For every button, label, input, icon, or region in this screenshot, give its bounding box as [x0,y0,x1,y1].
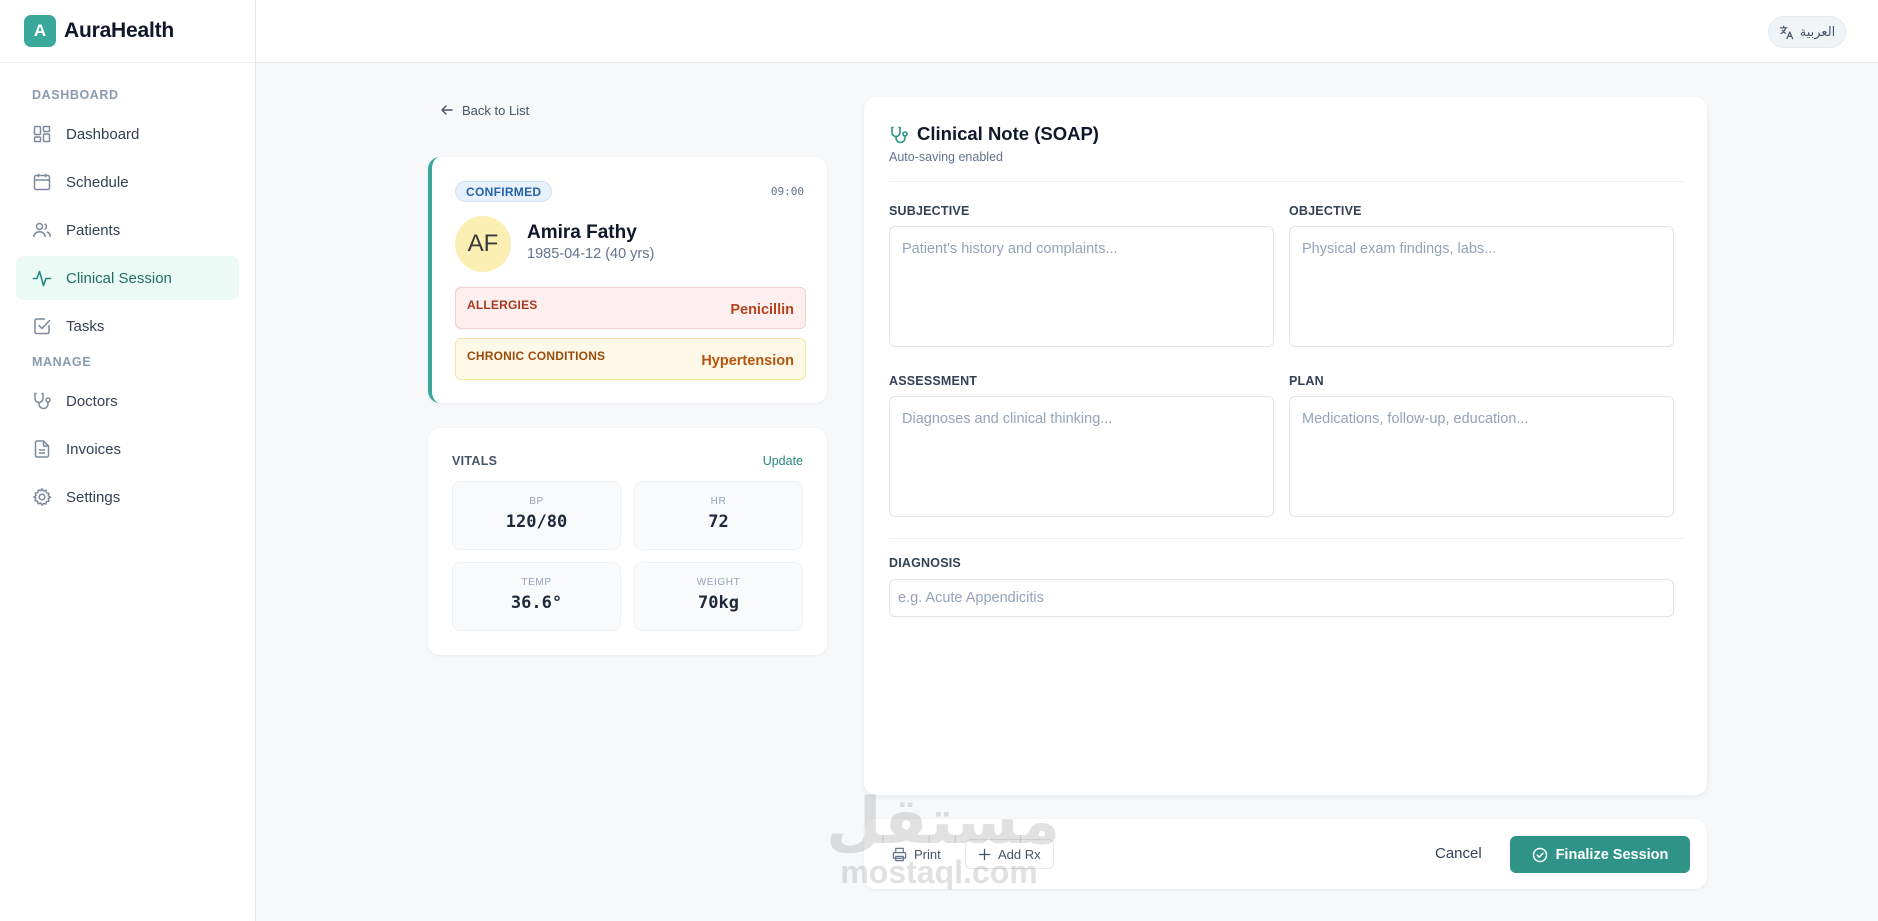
brand[interactable]: A AuraHealth [0,0,255,63]
vital-value: 72 [708,512,729,532]
checkbox-icon [32,316,52,336]
chronic-conditions-value: Hypertension [701,353,794,369]
vital-label: HR [710,496,727,507]
objective-field[interactable]: Physical exam findings, labs... [1289,226,1674,347]
patient-dob: 1985-04-12 (40 yrs) [527,246,655,262]
vital-label: TEMP [521,577,552,588]
assessment-label: ASSESSMENT [889,374,978,388]
finalize-label: Finalize Session [1555,846,1669,863]
vitals-card: VITALS Update BP 120/80 HR 72 TEMP 36.6°… [428,428,827,655]
sidebar-item-label: Settings [66,488,121,506]
sidebar-item-label: Dashboard [66,125,140,143]
vital-bp: BP 120/80 [452,481,621,550]
back-to-list-link[interactable]: Back to List [440,101,529,119]
patient-name: Amira Fathy [527,222,637,243]
allergies-row: ALLERGIES Penicillin [455,287,806,329]
allergies-value: Penicillin [730,302,794,318]
plan-label: PLAN [1289,374,1324,388]
chronic-conditions-row: CHRONIC CONDITIONS Hypertension [455,338,806,380]
stethoscope-icon [32,391,52,411]
cancel-button[interactable]: Cancel [1435,845,1482,862]
appointment-time: 09:00 [770,185,804,198]
vital-label: WEIGHT [696,577,741,588]
language-label: العربية [1799,24,1836,39]
sidebar-item-dashboard[interactable]: Dashboard [16,112,239,156]
action-bar: Print Add Rx Cancel Finalize Session [864,819,1707,889]
add-rx-label: Add Rx [998,846,1041,862]
vital-temp: TEMP 36.6° [452,562,621,631]
gear-icon [32,487,52,507]
sidebar-item-clinical-session[interactable]: Clinical Session [16,256,239,300]
subjective-field[interactable]: Patient's history and complaints... [889,226,1274,347]
vital-label: BP [529,496,544,507]
diagnosis-label: DIAGNOSIS [889,556,961,570]
divider [889,538,1683,539]
activity-icon [32,268,52,288]
vital-value: 36.6° [510,593,563,613]
users-icon [32,220,52,240]
vital-hr: HR 72 [634,481,803,550]
sidebar-item-tasks[interactable]: Tasks [16,304,239,348]
avatar: AF [455,216,511,272]
sidebar-item-label: Schedule [66,173,129,191]
calendar-icon [32,172,52,192]
back-link-label: Back to List [462,102,530,118]
grid-icon [32,124,52,144]
sidebar-item-schedule[interactable]: Schedule [16,160,239,204]
status-badge: CONFIRMED [455,181,553,202]
language-toggle-button[interactable]: العربية [1768,16,1846,48]
print-button[interactable]: Print [880,839,953,869]
subjective-label: SUBJECTIVE [889,204,970,218]
allergies-label: ALLERGIES [467,298,538,312]
divider [889,181,1683,182]
sidebar: A AuraHealth DASHBOARD Dashboard Schedul… [0,0,256,921]
vitals-title: VITALS [452,454,498,468]
brand-logo: A [24,15,56,47]
plus-icon [978,848,991,861]
vital-weight: WEIGHT 70kg [634,562,803,631]
sidebar-item-label: Invoices [66,440,122,458]
diagnosis-input[interactable]: e.g. Acute Appendicitis [889,579,1674,617]
vital-value: 70kg [698,593,739,613]
soap-note-card: Clinical Note (SOAP) Auto-saving enabled… [864,97,1707,795]
patient-card: CONFIRMED 09:00 AF Amira Fathy 1985-04-1… [428,157,827,403]
assessment-field[interactable]: Diagnoses and clinical thinking... [889,396,1274,517]
add-rx-button[interactable]: Add Rx [965,839,1054,869]
sidebar-item-label: Patients [66,221,121,239]
autosave-status: Auto-saving enabled [889,150,1003,164]
sidebar-item-label: Tasks [66,317,105,335]
sidebar-item-invoices[interactable]: Invoices [16,427,239,471]
finalize-session-button[interactable]: Finalize Session [1510,836,1690,873]
stethoscope-icon [889,125,909,145]
chronic-conditions-label: CHRONIC CONDITIONS [467,349,606,363]
document-icon [32,439,52,459]
arrow-left-icon [440,103,454,117]
sidebar-item-label: Clinical Session [66,269,172,287]
print-label: Print [914,846,941,862]
vital-value: 120/80 [505,512,568,532]
sidebar-item-label: Doctors [66,392,118,410]
objective-label: OBJECTIVE [1289,204,1362,218]
sidebar-item-settings[interactable]: Settings [16,475,239,519]
printer-icon [892,847,907,862]
vitals-update-link[interactable]: Update [763,454,803,468]
plan-field[interactable]: Medications, follow-up, education... [1289,396,1674,517]
translate-icon [1779,25,1794,40]
check-circle-icon [1532,847,1548,863]
top-bar: العربية [256,0,1878,63]
soap-title: Clinical Note (SOAP) [917,123,1099,144]
nav-section-dashboard: DASHBOARD [32,88,119,102]
sidebar-item-patients[interactable]: Patients [16,208,239,252]
brand-name: AuraHealth [64,19,175,42]
sidebar-item-doctors[interactable]: Doctors [16,379,239,423]
nav-section-manage: MANAGE [32,355,92,369]
